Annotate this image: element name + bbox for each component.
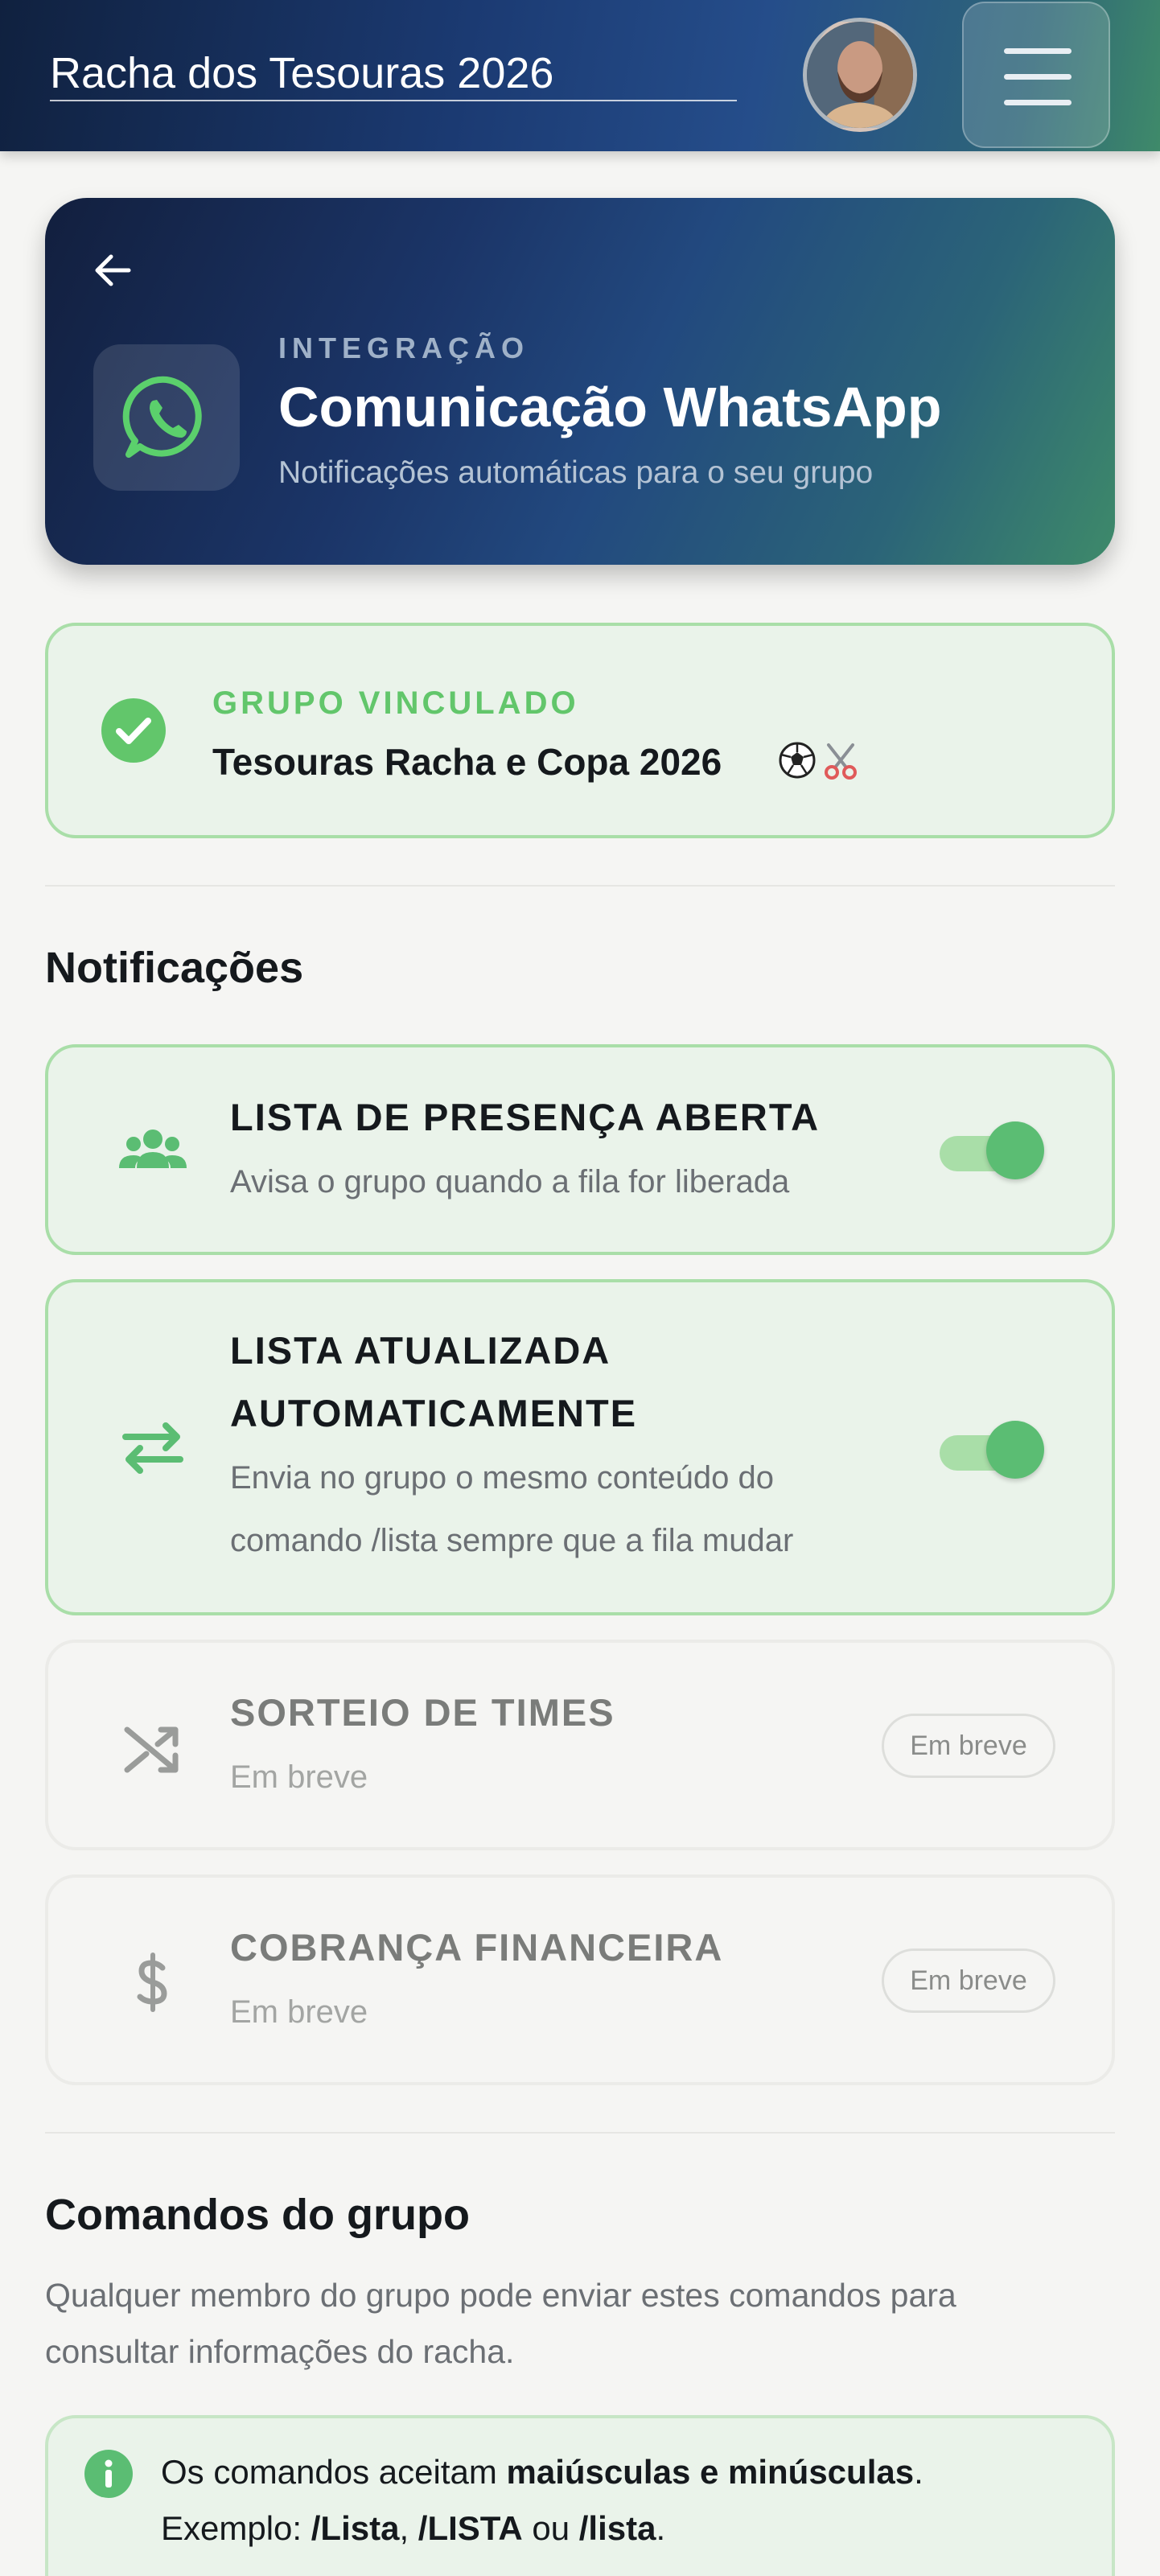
whatsapp-icon-tile <box>93 344 240 491</box>
notification-card-attendance-open: LISTA DE PRESENÇA ABERTA Avisa o grupo q… <box>45 1044 1115 1255</box>
hero-eyebrow: INTEGRAÇÃO <box>278 331 529 364</box>
notification-description: Avisa o grupo quando a fila for liberada <box>230 1164 790 1200</box>
linked-group-card <box>45 623 1115 838</box>
group-icon <box>119 1130 187 1168</box>
info-text-part: Os comandos aceitam <box>161 2453 507 2491</box>
dollar-icon <box>137 1953 167 2012</box>
scissors-icon <box>825 743 857 780</box>
coming-soon-badge: Em breve <box>882 1948 1055 2013</box>
commands-intro-line1: Qualquer membro do grupo pode enviar est… <box>45 2277 956 2314</box>
notifications-section-title: Notificações <box>45 944 304 992</box>
notification-title: SORTEIO DE TIMES <box>230 1691 615 1734</box>
command-example: /Lista <box>311 2509 400 2547</box>
toggle-knob <box>986 1421 1044 1479</box>
notification-card-financial-charge: COBRANÇA FINANCEIRA Em breve Em breve <box>45 1874 1115 2085</box>
commands-intro-line2: consultar informações do racha. <box>45 2333 515 2370</box>
notification-title-line1: LISTA ATUALIZADA <box>230 1329 611 1372</box>
commands-intro: Qualquer membro do grupo pode enviar est… <box>45 2267 1115 2380</box>
check-circle-icon <box>101 698 166 763</box>
info-text-part: . <box>914 2453 923 2491</box>
notification-description: Em breve <box>230 1994 368 2030</box>
info-line2: Exemplo: /Lista, /LISTA ou /lista. <box>161 2500 923 2557</box>
info-text-bold: maiúsculas e minúsculas <box>506 2453 915 2491</box>
linked-group-label: GRUPO VINCULADO <box>212 685 579 721</box>
notification-description: Em breve <box>230 1759 368 1795</box>
hamburger-menu-icon <box>1004 48 1072 54</box>
hamburger-menu-icon-bar <box>1004 100 1072 105</box>
attendance-open-toggle[interactable] <box>936 1121 1046 1179</box>
swap-arrows-icon <box>122 1422 183 1474</box>
shuffle-icon <box>124 1726 179 1773</box>
notification-title: COBRANÇA FINANCEIRA <box>230 1926 724 1969</box>
notification-description-line2: comando /lista sempre que a fila mudar <box>230 1523 794 1558</box>
info-icon <box>84 2450 133 2498</box>
section-divider <box>45 885 1115 887</box>
section-divider <box>45 2132 1115 2134</box>
notification-title: LISTA DE PRESENÇA ABERTA <box>230 1096 821 1138</box>
commands-info-text: Os comandos aceitam maiúsculas e minúscu… <box>161 2444 923 2557</box>
info-text-part: . <box>656 2509 666 2547</box>
command-example: /lista <box>578 2509 656 2547</box>
soccer-ball-icon <box>779 742 816 779</box>
info-line1: Os comandos aceitam maiúsculas e minúscu… <box>161 2444 923 2500</box>
coming-soon-badge: Em breve <box>882 1714 1055 1778</box>
page-subtitle: Notificações automáticas para o seu grup… <box>278 455 874 490</box>
list-auto-update-toggle[interactable] <box>936 1421 1046 1479</box>
toggle-knob <box>986 1121 1044 1179</box>
info-text-part: ou <box>522 2509 579 2547</box>
hamburger-menu-icon-bar <box>1004 74 1072 80</box>
linked-group-name: Tesouras Racha e Copa 2026 <box>212 741 722 783</box>
notification-title-line2: AUTOMATICAMENTE <box>230 1392 638 1434</box>
whatsapp-icon <box>122 376 202 458</box>
user-avatar[interactable] <box>803 18 917 132</box>
notification-card-team-draw: SORTEIO DE TIMES Em breve Em breve <box>45 1640 1115 1850</box>
notification-card-list-auto-update: LISTA ATUALIZADA AUTOMATICAMENTE Envia n… <box>45 1279 1115 1615</box>
group-title-field[interactable]: Racha dos Tesouras 2026 <box>50 45 737 101</box>
menu-button[interactable] <box>962 2 1110 148</box>
notification-description-line1: Envia no grupo o mesmo conteúdo do <box>230 1460 774 1496</box>
info-text-part: Exemplo: <box>161 2509 311 2547</box>
command-example: /LISTA <box>418 2509 523 2547</box>
page-title: Comunicação WhatsApp <box>278 376 942 438</box>
info-text-part: , <box>399 2509 418 2547</box>
commands-section-title: Comandos do grupo <box>45 2191 470 2239</box>
arrow-left-icon[interactable] <box>88 246 137 294</box>
